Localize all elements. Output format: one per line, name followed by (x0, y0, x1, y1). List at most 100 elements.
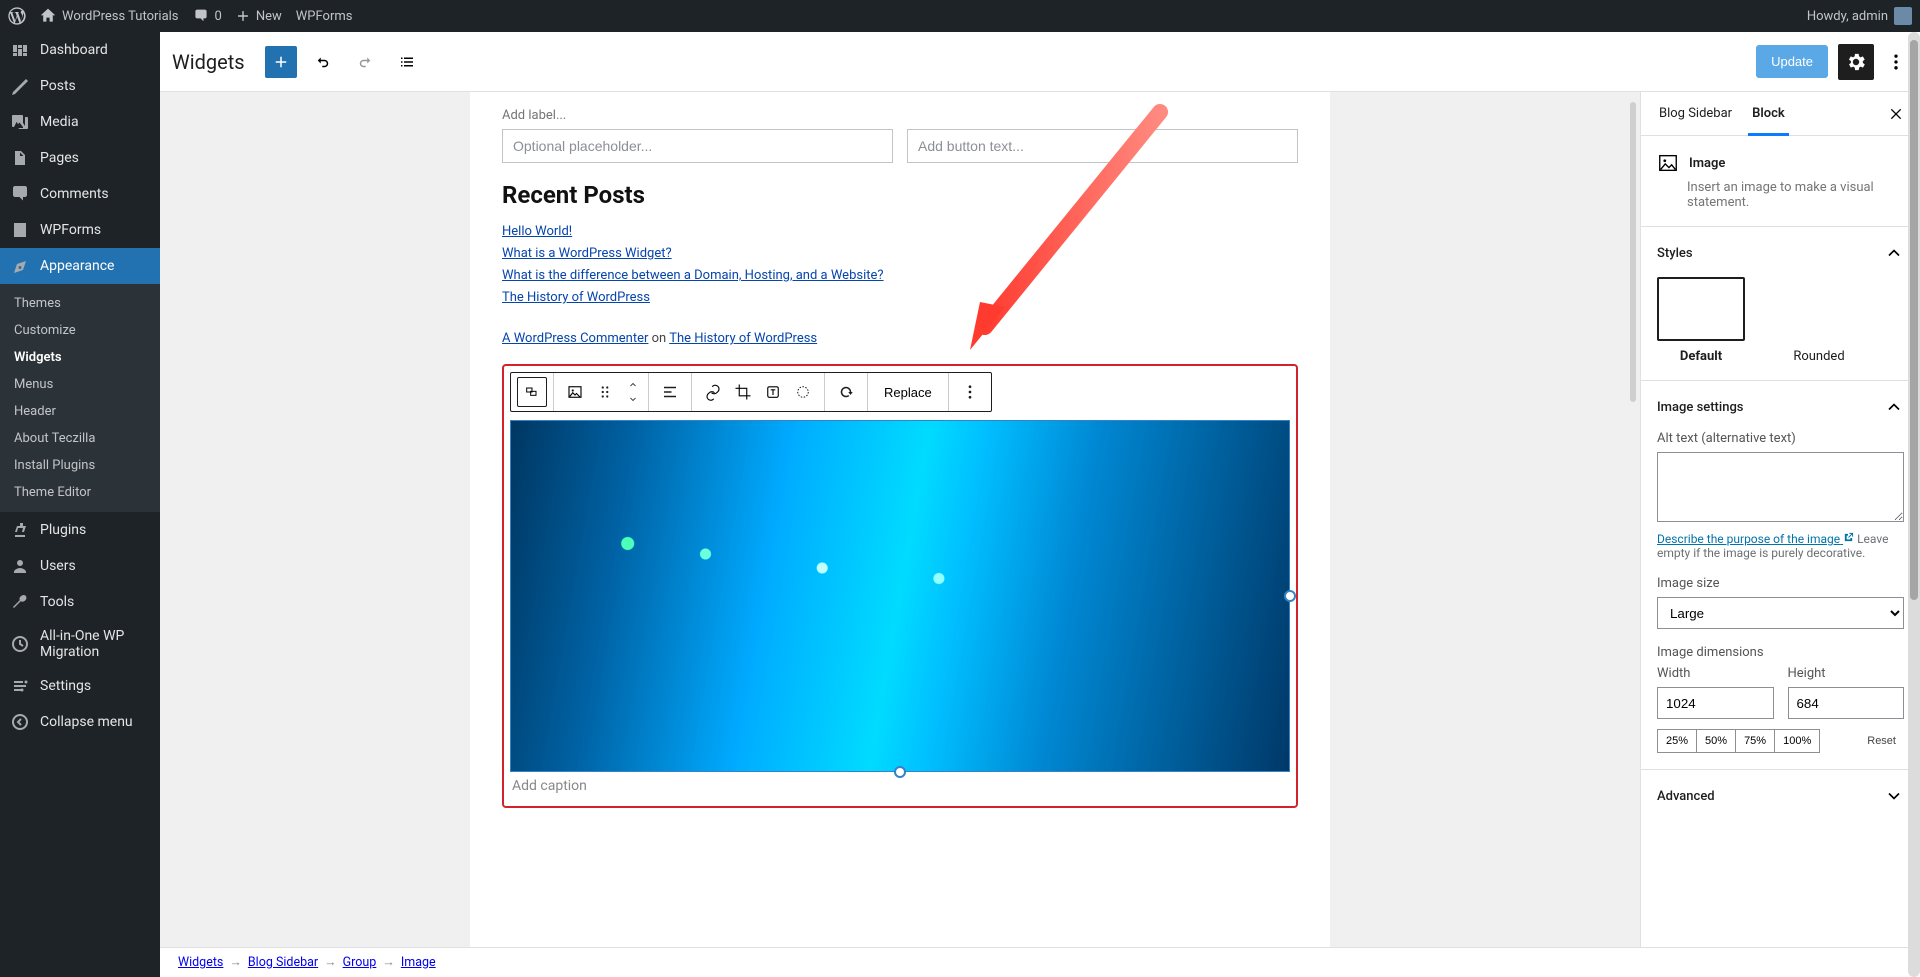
block-breadcrumb: Widgets→ Blog Sidebar→ Group→ Image (160, 947, 1920, 977)
post-link[interactable]: The History of WordPress (502, 290, 650, 305)
block-name: Image (1689, 156, 1725, 171)
crop-button[interactable] (728, 377, 758, 407)
recent-comment: A WordPress Commenter on The History of … (502, 331, 1298, 346)
image-size-label: Image size (1657, 576, 1904, 591)
wpforms-link[interactable]: WPForms (296, 0, 353, 32)
move-down-button[interactable] (624, 392, 642, 406)
menu-appearance[interactable]: Appearance (0, 248, 160, 284)
submenu-theme-editor[interactable]: Theme Editor (0, 479, 160, 506)
page-scrollbar[interactable] (1908, 92, 1920, 947)
my-account[interactable]: Howdy, admin (1807, 0, 1912, 32)
image-icon (1657, 152, 1679, 174)
crumb-current: Image (401, 955, 436, 970)
block-options-button[interactable] (955, 377, 985, 407)
submenu-menus[interactable]: Menus (0, 371, 160, 398)
menu-plugins[interactable]: Plugins (0, 512, 160, 548)
replace-button[interactable]: Replace (874, 377, 942, 407)
move-up-button[interactable] (624, 378, 642, 392)
menu-posts[interactable]: Posts (0, 68, 160, 104)
search-label-placeholder[interactable]: Add label... (502, 108, 1298, 123)
block-type-button[interactable] (560, 377, 590, 407)
search-placeholder-input[interactable] (502, 129, 893, 163)
styles-panel: Styles Default Rounded (1641, 227, 1920, 381)
resize-handle-bottom[interactable] (894, 766, 906, 778)
block-card: Image Insert an image to make a visual s… (1641, 136, 1920, 227)
style-rounded[interactable]: Rounded (1775, 277, 1863, 364)
menu-dashboard[interactable]: Dashboard (0, 32, 160, 68)
width-label: Width (1657, 666, 1774, 681)
height-input[interactable] (1788, 687, 1905, 719)
submenu-install-plugins[interactable]: Install Plugins (0, 452, 160, 479)
block-inserter-button[interactable] (265, 46, 297, 78)
post-link[interactable]: What is a WordPress Widget? (502, 246, 672, 261)
appearance-submenu: Themes Customize Widgets Menus Header Ab… (0, 284, 160, 512)
image-settings-panel: Image settings Alt text (alternative tex… (1641, 381, 1920, 770)
replace-media-icon[interactable] (831, 377, 861, 407)
image-settings-toggle[interactable]: Image settings (1657, 397, 1904, 417)
submenu-widgets[interactable]: Widgets (0, 344, 160, 371)
align-button[interactable] (655, 377, 685, 407)
more-options-button[interactable] (1884, 44, 1908, 80)
editor-canvas[interactable]: Add label... Recent Posts Hello World! W… (160, 92, 1640, 947)
image-preview[interactable] (510, 420, 1290, 772)
alt-text-help-link[interactable]: Describe the purpose of the image (1657, 532, 1854, 546)
alt-text-input[interactable] (1657, 452, 1904, 522)
drag-handle[interactable] (590, 377, 620, 407)
external-icon (1843, 532, 1854, 543)
undo-button[interactable] (307, 46, 339, 78)
menu-pages[interactable]: Pages (0, 140, 160, 176)
recent-posts-list: Hello World! What is a WordPress Widget?… (502, 221, 1298, 309)
comment-post-link[interactable]: The History of WordPress (669, 331, 817, 346)
crumb[interactable]: Widgets (178, 955, 223, 970)
duotone-button[interactable] (788, 377, 818, 407)
preset-100[interactable]: 100% (1774, 729, 1820, 753)
preset-75[interactable]: 75% (1735, 729, 1775, 753)
post-link[interactable]: What is the difference between a Domain,… (502, 268, 884, 283)
menu-tools[interactable]: Tools (0, 584, 160, 620)
styles-panel-toggle[interactable]: Styles (1657, 243, 1904, 263)
block-toolbar: Replace (510, 372, 992, 412)
advanced-panel-toggle[interactable]: Advanced (1657, 786, 1904, 806)
style-default[interactable]: Default (1657, 277, 1745, 364)
menu-comments[interactable]: Comments (0, 176, 160, 212)
menu-settings[interactable]: Settings (0, 668, 160, 704)
settings-button[interactable] (1838, 44, 1874, 80)
menu-media[interactable]: Media (0, 104, 160, 140)
site-home-link[interactable]: WordPress Tutorials (40, 0, 179, 32)
search-button-text-input[interactable] (907, 129, 1298, 163)
admin-bar: WordPress Tutorials 0 New WPForms Howdy,… (0, 0, 1920, 32)
tab-block[interactable]: Block (1742, 92, 1795, 135)
post-link[interactable]: Hello World! (502, 224, 572, 239)
comments-link[interactable]: 0 (193, 0, 222, 32)
resize-handle-right[interactable] (1284, 590, 1296, 602)
submenu-themes[interactable]: Themes (0, 290, 160, 317)
redo-button[interactable] (349, 46, 381, 78)
text-overlay-button[interactable] (758, 377, 788, 407)
image-size-select[interactable]: Large (1657, 597, 1904, 629)
alt-text-help: Describe the purpose of the image Leave … (1657, 532, 1904, 560)
wp-logo[interactable] (8, 0, 26, 32)
preset-50[interactable]: 50% (1696, 729, 1736, 753)
preset-25[interactable]: 25% (1657, 729, 1697, 753)
commenter-link[interactable]: A WordPress Commenter (502, 331, 648, 346)
width-input[interactable] (1657, 687, 1774, 719)
menu-wpforms[interactable]: WPForms (0, 212, 160, 248)
submenu-customize[interactable]: Customize (0, 317, 160, 344)
collapse-menu[interactable]: Collapse menu (0, 704, 160, 740)
list-view-button[interactable] (391, 46, 423, 78)
menu-users[interactable]: Users (0, 548, 160, 584)
link-button[interactable] (698, 377, 728, 407)
menu-aio-migration[interactable]: All-in-One WP Migration (0, 620, 160, 668)
new-content-link[interactable]: New (236, 0, 282, 32)
update-button[interactable]: Update (1756, 45, 1828, 78)
submenu-about[interactable]: About Teczilla (0, 425, 160, 452)
canvas-scrollbar[interactable] (1630, 102, 1636, 402)
server-image (511, 421, 1289, 771)
reset-dimensions-button[interactable]: Reset (1859, 730, 1904, 752)
chevron-up-icon (1884, 243, 1904, 263)
select-parent-button[interactable] (517, 377, 547, 407)
crumb[interactable]: Blog Sidebar (248, 955, 318, 970)
submenu-header[interactable]: Header (0, 398, 160, 425)
crumb[interactable]: Group (343, 955, 377, 970)
tab-widget-area[interactable]: Blog Sidebar (1649, 92, 1742, 135)
